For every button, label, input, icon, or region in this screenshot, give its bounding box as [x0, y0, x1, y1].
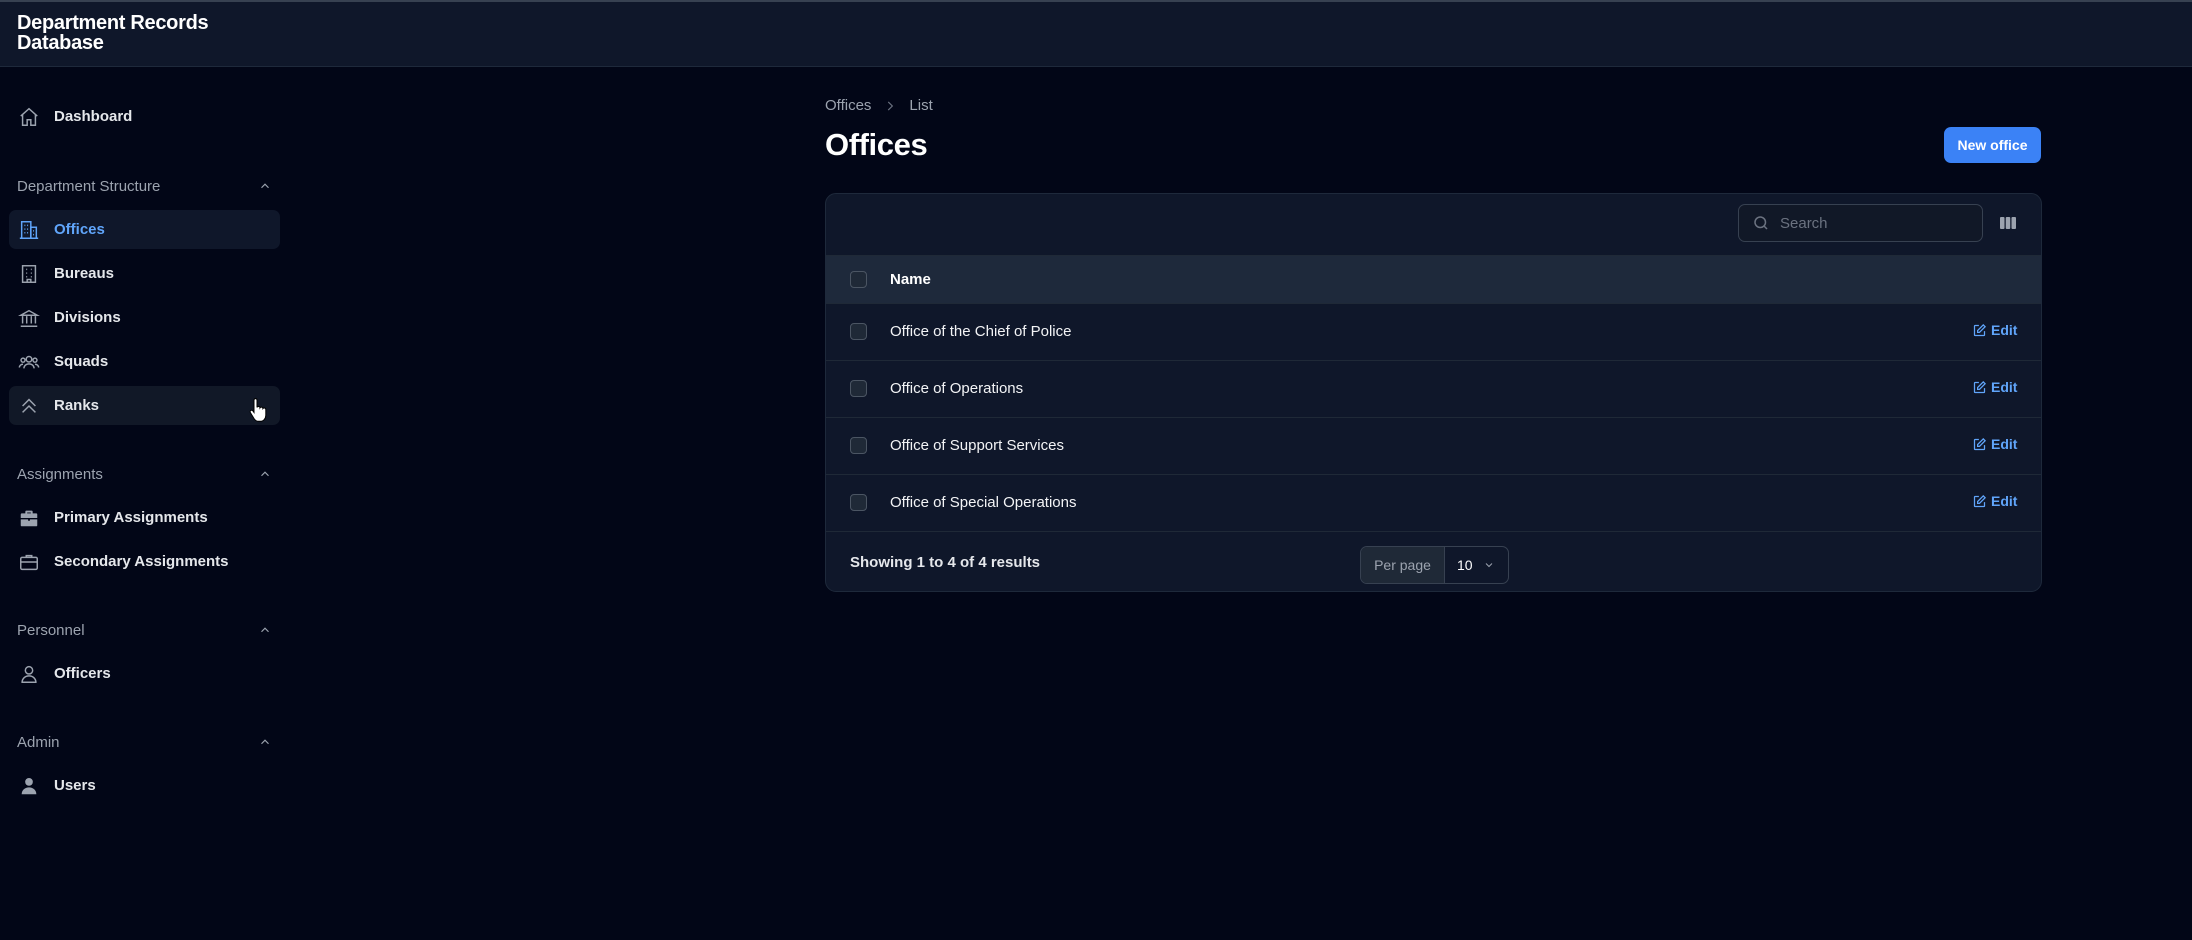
breadcrumb: Offices List — [825, 97, 933, 114]
table-row[interactable]: Office of the Chief of Police Edit — [826, 304, 2041, 361]
search-icon — [1754, 216, 1768, 230]
edit-label: Edit — [1991, 493, 2018, 509]
office-name: Office of Operations — [890, 380, 1024, 397]
sidebar: Dashboard Department Structure Offices B… — [0, 67, 290, 940]
briefcase-icon — [18, 551, 40, 573]
row-checkbox[interactable] — [850, 437, 867, 454]
sidebar-item-label: Primary Assignments — [54, 509, 208, 526]
briefcase-solid-icon — [18, 507, 40, 529]
table-header: Name — [826, 255, 2041, 304]
sidebar-item-label: Users — [54, 777, 96, 794]
chevron-right-icon — [888, 101, 894, 110]
edit-button[interactable]: Edit — [1972, 322, 2017, 338]
app-title-line2: Database — [17, 32, 104, 54]
office-name: Office of Support Services — [890, 437, 1064, 454]
sidebar-item-label: Bureaus — [54, 265, 115, 282]
chevron-double-up-icon — [18, 395, 40, 417]
page-title: Offices — [825, 127, 928, 162]
search-input[interactable] — [1780, 214, 1970, 232]
edit-label: Edit — [1991, 322, 2018, 338]
per-page-select[interactable]: Per page 10 — [1360, 546, 1509, 584]
group-label: Assignments — [17, 465, 103, 483]
sidebar-item-label: Offices — [54, 221, 105, 238]
home-icon — [18, 106, 40, 128]
app-title[interactable]: Department Records Database — [17, 12, 209, 54]
edit-label: Edit — [1991, 379, 2018, 395]
group-department-structure[interactable]: Department Structure — [17, 175, 272, 197]
building-office-icon — [18, 219, 40, 241]
pencil-square-icon — [1973, 323, 1987, 336]
office-name: Office of Special Operations — [890, 494, 1077, 511]
breadcrumb-list: List — [909, 97, 933, 114]
group-label: Admin — [17, 733, 60, 751]
sidebar-item-label: Squads — [54, 353, 109, 370]
edit-button[interactable]: Edit — [1972, 379, 2017, 395]
row-checkbox[interactable] — [850, 380, 867, 397]
sidebar-item-secondary-assignments[interactable]: Secondary Assignments — [9, 542, 280, 581]
user-group-icon — [18, 351, 40, 373]
row-checkbox[interactable] — [850, 494, 867, 511]
row-checkbox[interactable] — [850, 323, 867, 340]
chevron-up-icon — [261, 183, 269, 189]
columns-icon[interactable] — [1998, 213, 2018, 233]
edit-label: Edit — [1991, 436, 2018, 452]
edit-button[interactable]: Edit — [1972, 436, 2017, 452]
pencil-square-icon — [1973, 494, 1987, 507]
table-toolbar — [826, 194, 2041, 255]
sidebar-item-offices[interactable]: Offices — [9, 210, 280, 249]
office-name: Office of the Chief of Police — [890, 323, 1072, 340]
sidebar-item-officers[interactable]: Officers — [9, 654, 280, 693]
group-admin[interactable]: Admin — [17, 731, 272, 753]
pencil-square-icon — [1973, 437, 1987, 450]
chevron-down-icon — [1485, 563, 1492, 568]
results-summary: Showing 1 to 4 of 4 results — [850, 554, 1041, 571]
column-header-name[interactable]: Name — [890, 271, 931, 288]
bank-icon — [18, 307, 40, 329]
sidebar-item-users[interactable]: Users — [9, 766, 280, 805]
table-row[interactable]: Office of Support Services Edit — [826, 418, 2041, 475]
chevron-up-icon — [261, 471, 269, 477]
select-all-checkbox[interactable] — [850, 271, 867, 288]
table-row[interactable]: Office of Special Operations Edit — [826, 475, 2041, 532]
edit-button[interactable]: Edit — [1972, 493, 2017, 509]
hand-pointer-cursor-icon — [249, 398, 267, 422]
sidebar-item-label: Ranks — [54, 397, 100, 414]
sidebar-item-label: Dashboard — [54, 108, 133, 125]
sidebar-item-label: Secondary Assignments — [54, 553, 229, 570]
sidebar-item-label: Divisions — [54, 309, 121, 326]
table-footer: Showing 1 to 4 of 4 results Per page 10 — [826, 535, 2041, 591]
per-page-value: 10 — [1457, 557, 1473, 573]
table-row[interactable]: Office of Operations Edit — [826, 361, 2041, 418]
sidebar-item-divisions[interactable]: Divisions — [9, 298, 280, 337]
sidebar-item-label: Officers — [54, 665, 111, 682]
sidebar-item-squads[interactable]: Squads — [9, 342, 280, 381]
group-personnel[interactable]: Personnel — [17, 619, 272, 641]
chevron-up-icon — [261, 739, 269, 745]
offices-table-card: Name Office of the Chief of Police Edit … — [825, 193, 2042, 592]
pencil-square-icon — [1973, 380, 1987, 393]
per-page-dropdown[interactable]: 10 — [1445, 547, 1508, 583]
breadcrumb-offices[interactable]: Offices — [825, 97, 871, 114]
search-box[interactable] — [1738, 204, 1983, 242]
group-label: Department Structure — [17, 177, 161, 195]
user-solid-icon — [18, 775, 40, 797]
group-label: Personnel — [17, 621, 85, 639]
per-page-label: Per page — [1361, 547, 1445, 583]
chevron-up-icon — [261, 627, 269, 633]
app-title-line1: Department Records — [17, 12, 209, 34]
sidebar-item-primary-assignments[interactable]: Primary Assignments — [9, 498, 280, 537]
sidebar-item-ranks[interactable]: Ranks — [9, 386, 280, 425]
top-bar: Department Records Database — [0, 0, 2192, 67]
sidebar-item-bureaus[interactable]: Bureaus — [9, 254, 280, 293]
sidebar-item-dashboard[interactable]: Dashboard — [9, 97, 280, 136]
group-assignments[interactable]: Assignments — [17, 463, 272, 485]
user-icon — [18, 663, 40, 685]
building-icon — [18, 263, 40, 285]
new-office-button[interactable]: New office — [1944, 127, 2041, 163]
